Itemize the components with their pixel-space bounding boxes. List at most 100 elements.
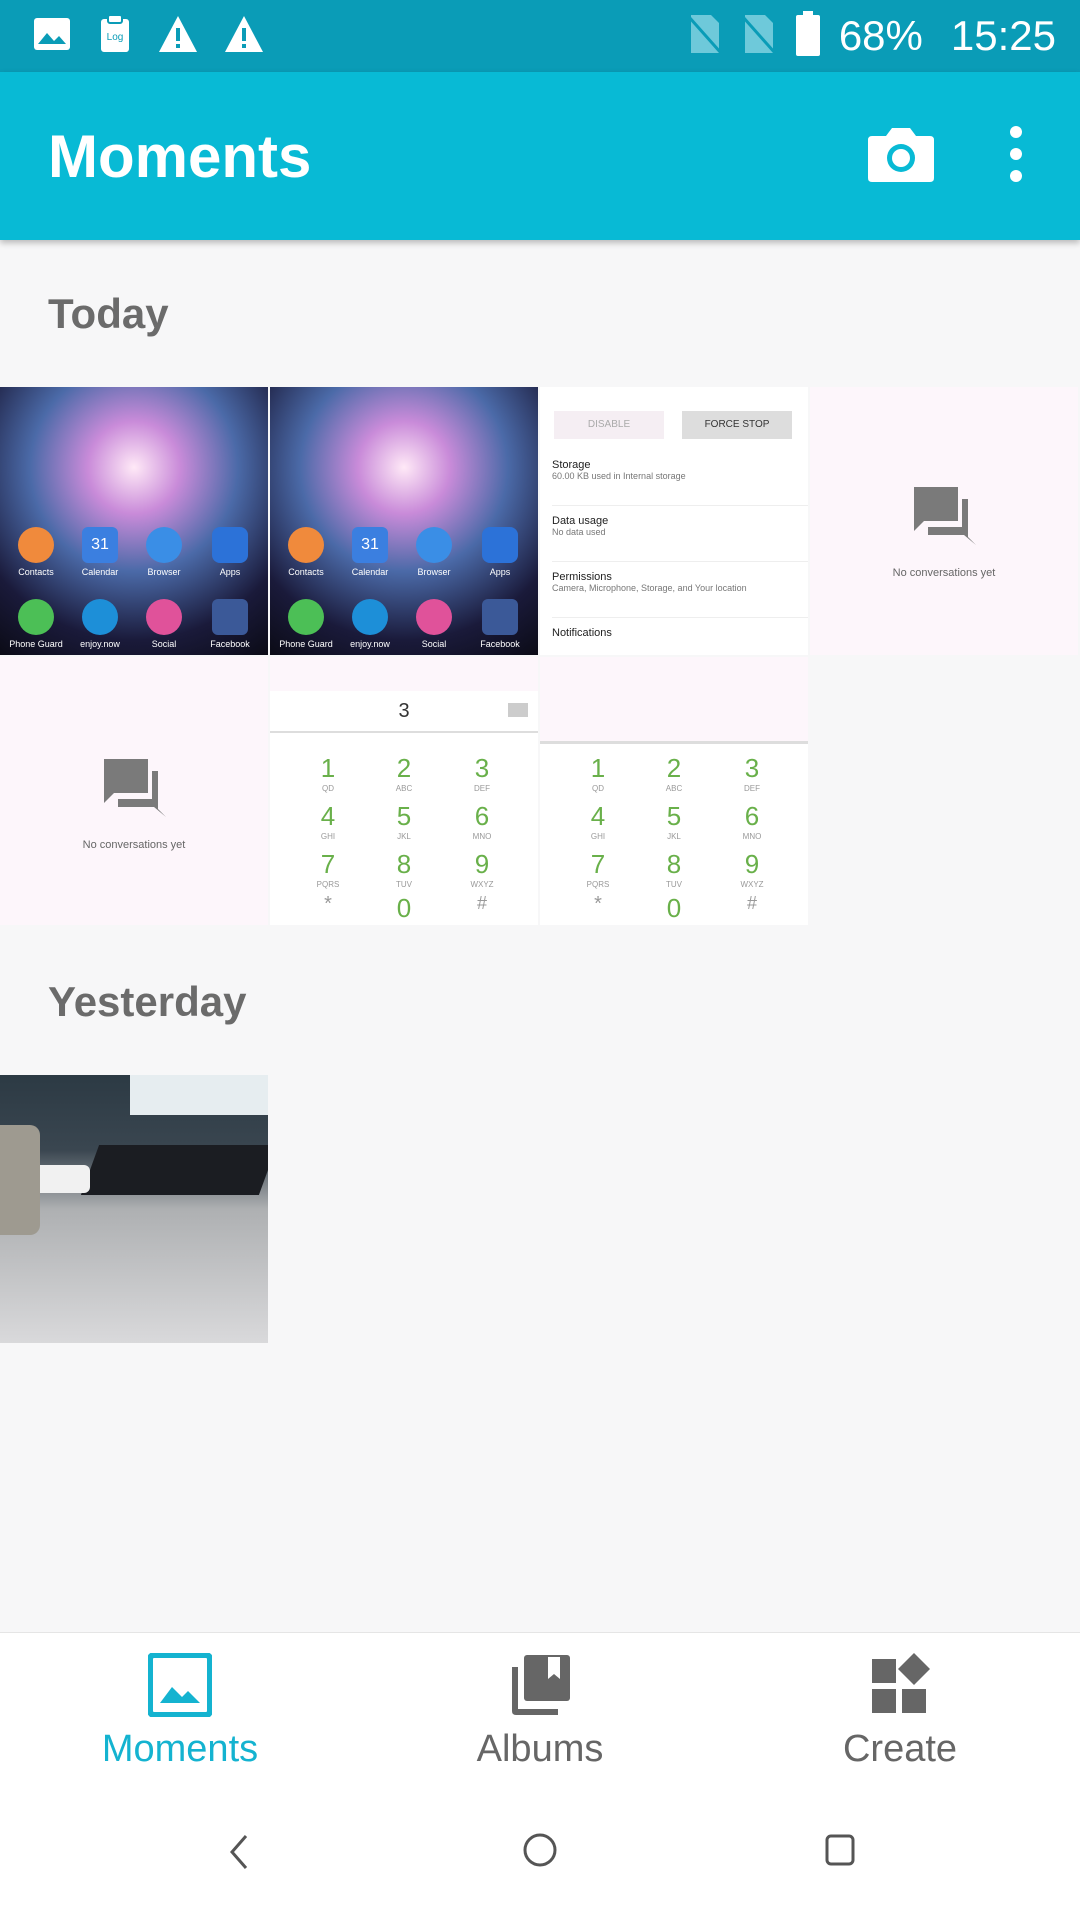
back-icon[interactable] xyxy=(224,1832,254,1872)
app-label: Calendar xyxy=(81,567,119,577)
phone-guard-icon xyxy=(18,599,54,635)
keyboard xyxy=(80,1145,268,1195)
apps-icon xyxy=(482,527,518,563)
photo-thumbnail[interactable]: 3 1 QD 2 ABC 3 DEF 4 GHI 5 JKL 6 MNO 7 PQRS 8 TU… xyxy=(270,657,538,925)
dial-key: * xyxy=(324,893,332,915)
phone-guard-icon xyxy=(288,599,324,635)
dial-key: # xyxy=(746,893,757,913)
system-nav-bar xyxy=(0,1794,1080,1920)
browser-icon xyxy=(416,527,452,563)
nav-label: Moments xyxy=(101,1728,259,1770)
backspace-icon xyxy=(508,703,528,717)
page-title: Moments xyxy=(48,123,312,190)
battery-icon xyxy=(795,10,821,62)
row-title: Notifications xyxy=(552,627,612,639)
nav-moments[interactable]: Moments xyxy=(55,1652,305,1771)
svg-text:Log: Log xyxy=(107,32,124,43)
contacts-icon xyxy=(288,527,324,563)
row-title: Data usage xyxy=(552,515,609,527)
chat-icon xyxy=(104,759,166,817)
dial-key: 5 JKL xyxy=(666,801,682,841)
app-label: Phone Guard xyxy=(279,639,333,649)
cup xyxy=(0,1125,40,1235)
app-label: Social xyxy=(421,639,447,649)
dial-key: 1 QD xyxy=(590,753,606,793)
browser-icon xyxy=(146,527,182,563)
app-label: Contacts xyxy=(288,567,324,577)
status-bar: Log 68% 15:25 xyxy=(0,0,1080,72)
dial-key: # xyxy=(476,893,487,913)
row-sub: No data used xyxy=(552,527,606,537)
nav-albums[interactable]: Albums xyxy=(415,1653,665,1771)
dial-key: 5 JKL xyxy=(396,801,412,841)
force-stop-button-preview: FORCE STOP xyxy=(682,411,792,439)
dial-key: 8 TUV xyxy=(666,849,682,889)
chat-icon xyxy=(914,487,976,545)
empty-state-text: No conversations yet xyxy=(892,567,996,579)
calendar-icon: 31 xyxy=(82,527,118,563)
row-title: Permissions xyxy=(552,571,612,583)
dial-key: 4 GHI xyxy=(320,801,336,841)
camera-icon[interactable] xyxy=(866,124,936,184)
photo-thumbnail[interactable]: No conversations yet xyxy=(0,657,268,925)
warning-icon xyxy=(158,14,198,59)
photo-thumbnail[interactable]: 31 Contacts Calendar Browser Apps Phone … xyxy=(270,387,538,655)
bottom-nav: Moments Albums Create xyxy=(0,1632,1080,1795)
photo-thumbnail[interactable]: No conversations yet xyxy=(810,387,1078,655)
enjoy-now-icon xyxy=(82,599,118,635)
row-title: Storage xyxy=(552,459,591,471)
photo-thumbnail[interactable] xyxy=(0,1075,268,1343)
battery-percent: 68% xyxy=(838,12,923,59)
nav-label: Albums xyxy=(476,1728,604,1770)
section-title-yesterday: Yesterday xyxy=(48,978,247,1025)
settings-row: Storage 60.00 KB used in Internal storag… xyxy=(552,459,808,506)
recents-icon[interactable] xyxy=(824,1832,856,1868)
nav-label: Create xyxy=(842,1728,958,1770)
dial-key: 9 WXYZ xyxy=(470,849,494,889)
facebook-icon xyxy=(482,599,518,635)
app-label: Calendar xyxy=(351,567,389,577)
enjoy-now-icon xyxy=(352,599,388,635)
row-sub: 60.00 KB used in Internal storage xyxy=(552,471,686,481)
app-label: Browser xyxy=(417,567,451,577)
dial-key: 9 WXYZ xyxy=(740,849,764,889)
no-sim-icon xyxy=(741,13,777,60)
dial-key: 3 DEF xyxy=(744,753,760,793)
photo-thumbnail[interactable]: DISABLE FORCE STOP Storage 60.00 KB used… xyxy=(540,387,808,655)
monitor-screen xyxy=(130,1075,268,1115)
section-title-today: Today xyxy=(48,290,169,337)
facebook-icon xyxy=(212,599,248,635)
app-label: Facebook xyxy=(480,639,520,649)
app-label: Contacts xyxy=(18,567,54,577)
app-label: Apps xyxy=(219,567,241,577)
nav-create[interactable]: Create xyxy=(775,1653,1025,1771)
settings-row: Notifications xyxy=(552,627,808,655)
home-icon[interactable] xyxy=(522,1832,558,1868)
row-sub: Camera, Microphone, Storage, and Your lo… xyxy=(552,583,747,593)
dial-key: 6 MNO xyxy=(742,801,762,841)
app-label: enjoy.now xyxy=(80,639,120,649)
calendar-icon: 31 xyxy=(352,527,388,563)
app-bar: Moments xyxy=(0,72,1080,240)
dial-key: 0 xyxy=(666,893,682,923)
dial-key: 0 xyxy=(396,893,412,923)
log-icon: Log xyxy=(98,14,132,59)
dial-key: 3 DEF xyxy=(474,753,490,793)
albums-icon xyxy=(512,1655,570,1715)
social-icon xyxy=(146,599,182,635)
disable-button-preview: DISABLE xyxy=(554,411,664,439)
create-icon xyxy=(872,1653,930,1713)
apps-icon xyxy=(212,527,248,563)
dial-key: 7 PQRS xyxy=(586,849,610,889)
clock: 15:25 xyxy=(950,12,1056,59)
no-sim-icon xyxy=(687,13,723,60)
more-vert-icon[interactable] xyxy=(996,122,1036,186)
app-label: enjoy.now xyxy=(350,639,390,649)
photo-thumbnail[interactable]: 31 Contacts Calendar Browser Apps Phone … xyxy=(0,387,268,655)
dial-key: 2 ABC xyxy=(665,753,683,793)
image-icon xyxy=(32,14,72,59)
photo-thumbnail[interactable]: 1 QD 2 ABC 3 DEF 4 GHI 5 JKL 6 MNO 7 PQRS 8 TUV … xyxy=(540,657,808,925)
dial-key: 7 PQRS xyxy=(316,849,340,889)
app-label: Browser xyxy=(147,567,181,577)
dial-key: * xyxy=(594,893,602,915)
